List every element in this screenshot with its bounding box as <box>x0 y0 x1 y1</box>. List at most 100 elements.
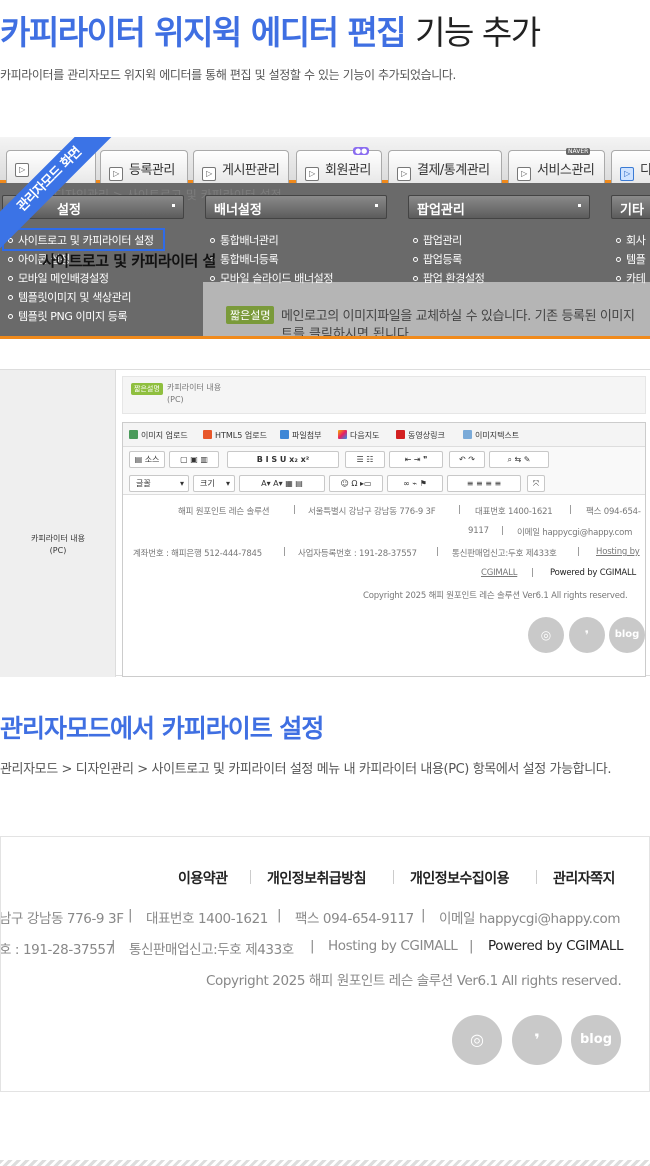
bullet-icon <box>210 276 215 281</box>
tab-payment[interactable]: ▷ 결제/통계관리 <box>388 150 502 183</box>
footer-sep: | <box>421 907 426 923</box>
color-table-tools[interactable]: A▾ A▾ ▦ ▤ <box>239 475 325 492</box>
field-label: 카피라이터 내용 (PC) <box>30 534 86 555</box>
service-badge-icon: NAVER <box>566 148 591 155</box>
footer-hosting: Hosting by CGIMALL <box>328 938 458 954</box>
bullet-icon <box>210 238 215 243</box>
footer-link-collect[interactable]: 개인정보수집이용 <box>410 868 510 888</box>
text-image-icon <box>463 430 472 439</box>
tab-service[interactable]: ▷ 서비스관리 <box>508 150 605 183</box>
cgimall-link[interactable]: CGIMALL <box>481 568 517 578</box>
find-replace-tools[interactable]: ⌕ ⇆ ✎ <box>489 451 549 468</box>
short-desc-button[interactable]: 짧은설명 <box>226 306 275 324</box>
image-icon <box>129 430 138 439</box>
selected-menu-highlight <box>2 228 165 251</box>
source-button[interactable]: ▤ 소스 <box>129 451 165 468</box>
footer-link-terms[interactable]: 이용약관 <box>178 868 228 888</box>
footer-sep: | <box>569 505 572 515</box>
bullet-icon <box>8 276 13 281</box>
menu-item-template[interactable]: 템플 <box>616 251 646 267</box>
tab-arrow-icon: ▷ <box>109 167 123 181</box>
footer-link-privacy[interactable]: 개인정보취급방침 <box>267 868 367 888</box>
footer-sep: | <box>310 938 315 954</box>
footer-commerce: 통신판매업신고:두호 제433호 <box>452 549 557 559</box>
hosting-link[interactable]: Hosting by <box>596 547 640 557</box>
file-attach-button[interactable]: 파일첨부 <box>280 430 321 441</box>
footer-preview: 이용약관 개인정보취급방침 개인정보수집이용 관리자쪽지 남구 강남동 776-… <box>0 836 650 1092</box>
list-tools[interactable]: ☰ ☷ <box>345 451 385 468</box>
tab-member[interactable]: ▷ 회원관리 <box>296 150 382 183</box>
footer-sep: | <box>458 505 461 515</box>
powered-by: Powered by CGIMALL <box>550 568 637 578</box>
blog-icon[interactable]: blog <box>571 1015 621 1065</box>
footer-sep: | <box>293 505 296 515</box>
kakao-story-icon[interactable]: ❜ <box>569 617 605 653</box>
ghost-page-title: 사이트로고 및 카피라이터 설 <box>42 252 216 270</box>
footer-phone: 대표번호 1400-1621 <box>146 911 268 927</box>
image-upload-button[interactable]: 이미지 업로드 <box>129 430 188 441</box>
blog-icon[interactable]: blog <box>609 617 645 653</box>
footer-company: 해피 원포인트 레슨 솔루션 <box>178 507 270 517</box>
tab-more[interactable]: ▷디 <box>611 150 650 183</box>
menu-head-popup[interactable]: 팝업관리 <box>408 195 590 219</box>
indent-tools[interactable]: ⇤ ⇥ ❞ <box>389 451 443 468</box>
footer-commerce: 통신판매업신고:두호 제433호 <box>129 942 294 958</box>
tab-board[interactable]: ▷ 게시판관리 <box>193 150 289 183</box>
menu-item-template-png[interactable]: 템플릿 PNG 이미지 등록 <box>8 308 128 324</box>
editor-format-toolbar: ▤ 소스 ▢ ▣ ▥ B I S U x₂ x² ☰ ☷ ⇤ ⇥ ❞ ↶ ↷ ⌕… <box>123 447 645 495</box>
footer-email: 이메일 happycgi@happy.com <box>439 911 621 927</box>
file-icon <box>280 430 289 439</box>
footer-sep: | <box>469 938 474 954</box>
fullscreen-button[interactable]: ⤧ <box>527 475 545 492</box>
menu-head-etc[interactable]: 기타 <box>611 195 650 219</box>
video-link-button[interactable]: 동영상링크 <box>396 430 445 441</box>
dot-icon <box>578 204 581 207</box>
page-subtitle: 카피라이터를 관리자모드 위지윅 에디터를 통해 편집 및 설정할 수 있는 기… <box>0 68 456 82</box>
tab-arrow-icon: ▷ <box>305 167 319 181</box>
video-icon <box>396 430 405 439</box>
short-desc-box: 짧은설명 카피라이터 내용 (PC) <box>122 376 646 414</box>
footer-sep: | <box>436 547 439 557</box>
editor-screenshot: 카피라이터 내용 (PC) 짧은설명 카피라이터 내용 (PC) 이미지 업로드… <box>0 369 650 677</box>
menu-item-mobile-bg[interactable]: 모바일 메인배경설정 <box>8 270 109 286</box>
instagram-icon[interactable]: ◎ <box>528 617 564 653</box>
image-text-button[interactable]: 이미지텍스트 <box>463 430 519 441</box>
instagram-icon[interactable]: ◎ <box>452 1015 502 1065</box>
short-desc-button[interactable]: 짧은설명 <box>131 383 163 395</box>
text-style-tools[interactable]: B I S U x₂ x² <box>227 451 339 468</box>
undo-redo-tools[interactable]: ↶ ↷ <box>449 451 485 468</box>
bullet-icon <box>8 257 13 262</box>
tab-arrow-icon: ▷ <box>202 167 216 181</box>
short-desc-text: 카피라이터 내용 (PC) <box>167 383 222 404</box>
menu-item-popup-register[interactable]: 팝업등록 <box>413 251 462 267</box>
daum-map-button[interactable]: 다음지도 <box>338 430 379 441</box>
tab-register[interactable]: ▷ 등록관리 <box>100 150 188 183</box>
field-label-cell: 카피라이터 내용 (PC) <box>0 370 116 677</box>
bullet-icon <box>413 257 418 262</box>
kakao-story-icon[interactable]: ❜ <box>512 1015 562 1065</box>
page-title: 카피라이터 위지윅 에디터 편집 기능 추가 <box>0 6 541 54</box>
footer-sep: | <box>577 547 580 557</box>
menu-item-banner-register[interactable]: 통합배너등록 <box>210 251 279 267</box>
document-tools[interactable]: ▢ ▣ ▥ <box>169 451 219 468</box>
menu-item-company[interactable]: 회사 <box>616 232 646 248</box>
menu-item-banner-manage[interactable]: 통합배너관리 <box>210 232 279 248</box>
bullet-icon <box>616 238 621 243</box>
footer-bizno: 사업자등록번호 : 191-28-37557 <box>298 549 417 559</box>
menu-item-template-image[interactable]: 템플릿이미지 및 색상관리 <box>8 289 132 305</box>
info-text-2: 트를 클릭하시면 됩니다. <box>281 327 413 339</box>
font-select[interactable]: 글꼴 ▾ <box>129 475 189 492</box>
footer-copyright: Copyright 2025 해피 원포인트 레슨 솔루션 Ver6.1 All… <box>206 973 622 989</box>
menu-head-banner[interactable]: 배너설정 <box>205 195 387 219</box>
footer-link-admin-msg[interactable]: 관리자쪽지 <box>553 868 615 888</box>
html5-upload-button[interactable]: HTML5 업로드 <box>203 430 267 441</box>
html5-icon <box>203 430 212 439</box>
menu-item-popup-manage[interactable]: 팝업관리 <box>413 232 462 248</box>
align-tools[interactable]: ≡ ≡ ≡ ≡ <box>447 475 521 492</box>
link-tools[interactable]: ∞ ⌁ ⚑ <box>387 475 443 492</box>
footer-powered: Powered by CGIMALL <box>488 938 624 954</box>
section-subtitle: 관리자모드 > 디자인관리 > 사이트로고 및 카피라이터 설정 메뉴 내 카피… <box>0 762 612 777</box>
insert-tools[interactable]: ☺ Ω ▸▭ <box>329 475 383 492</box>
size-select[interactable]: 크기 ▾ <box>193 475 235 492</box>
footer-sep: | <box>283 547 286 557</box>
